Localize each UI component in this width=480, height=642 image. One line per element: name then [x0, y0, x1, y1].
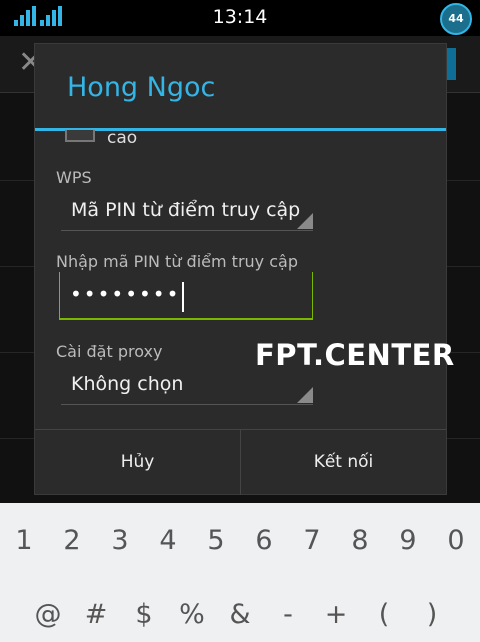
key-0[interactable]: 0 — [436, 525, 476, 556]
watermark: FPT.CENTER — [255, 338, 455, 372]
key-minus[interactable]: - — [268, 599, 308, 630]
advanced-checkbox[interactable] — [65, 130, 95, 142]
battery-icon: 44 — [440, 3, 472, 35]
key-ampersand[interactable]: & — [220, 599, 260, 630]
key-hash[interactable]: # — [76, 599, 116, 630]
key-open-paren[interactable]: ( — [364, 599, 404, 630]
wps-label: WPS — [56, 168, 92, 187]
dropdown-triangle-icon — [297, 387, 313, 403]
key-3[interactable]: 3 — [100, 525, 140, 556]
key-2[interactable]: 2 — [52, 525, 92, 556]
dialog-title: Hong Ngoc — [67, 72, 216, 103]
title-divider — [35, 128, 446, 131]
wps-spinner[interactable]: Mã PIN từ điểm truy cập — [61, 196, 313, 231]
key-5[interactable]: 5 — [196, 525, 236, 556]
keyboard: 1 2 3 4 5 6 7 8 9 0 @ # $ % & - + ( ) — [0, 503, 480, 642]
key-dollar[interactable]: $ — [124, 599, 164, 630]
dialog-button-row: Hủy Kết nối — [35, 429, 446, 495]
key-1[interactable]: 1 — [4, 525, 44, 556]
key-6[interactable]: 6 — [244, 525, 284, 556]
wps-value: Mã PIN từ điểm truy cập — [71, 199, 301, 221]
wifi-connect-dialog: Hong Ngoc cao WPS Mã PIN từ điểm truy cậ… — [34, 43, 447, 495]
key-9[interactable]: 9 — [388, 525, 428, 556]
key-7[interactable]: 7 — [292, 525, 332, 556]
key-at[interactable]: @ — [28, 599, 68, 630]
key-percent[interactable]: % — [172, 599, 212, 630]
status-bar: 13:14 44 — [0, 0, 480, 36]
key-8[interactable]: 8 — [340, 525, 380, 556]
pin-label: Nhập mã PIN từ điểm truy cập — [56, 252, 298, 271]
key-plus[interactable]: + — [316, 599, 356, 630]
key-4[interactable]: 4 — [148, 525, 188, 556]
key-close-paren[interactable]: ) — [412, 599, 452, 630]
proxy-spinner[interactable]: Không chọn — [61, 370, 313, 405]
checkbox-label: cao — [107, 128, 138, 148]
dropdown-triangle-icon — [297, 213, 313, 229]
proxy-value: Không chọn — [71, 373, 184, 395]
proxy-label: Cài đặt proxy — [56, 342, 163, 361]
connect-button[interactable]: Kết nối — [241, 430, 446, 495]
cancel-button[interactable]: Hủy — [35, 430, 241, 495]
pin-value: •••••••• — [70, 282, 181, 306]
pin-input-field[interactable]: •••••••• — [59, 272, 313, 320]
text-cursor — [182, 282, 184, 312]
clock: 13:14 — [212, 6, 268, 28]
